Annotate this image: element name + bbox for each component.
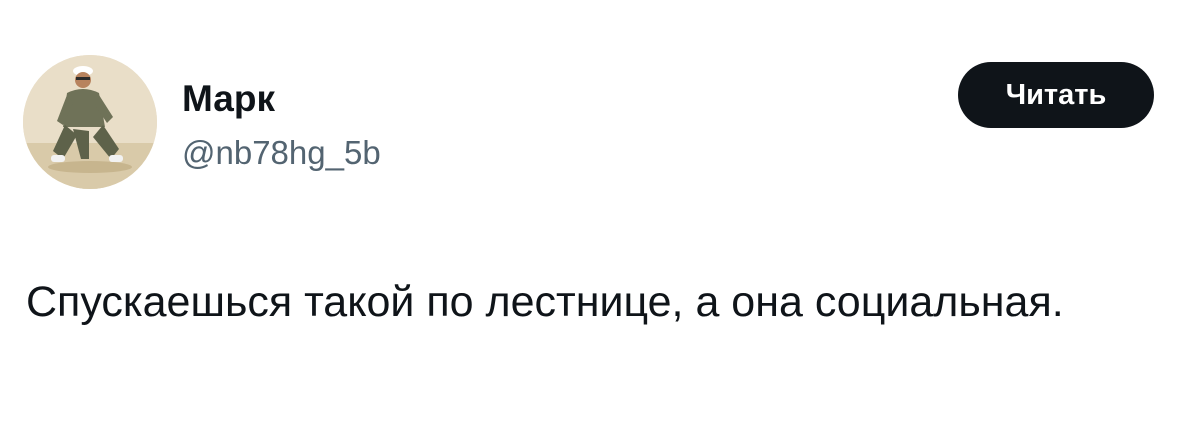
tweet-text: Спускаешься такой по лестнице, а она соц… <box>26 278 1064 326</box>
author-handle[interactable]: @nb78hg_5b <box>182 133 381 173</box>
avatar[interactable] <box>23 55 157 189</box>
follow-button[interactable]: Читать <box>958 62 1154 128</box>
tweet-card: Марк @nb78hg_5b Читать Спускаешься такой… <box>0 0 1202 438</box>
author-display-name[interactable]: Марк <box>182 77 275 121</box>
avatar-photo-icon <box>23 55 157 189</box>
